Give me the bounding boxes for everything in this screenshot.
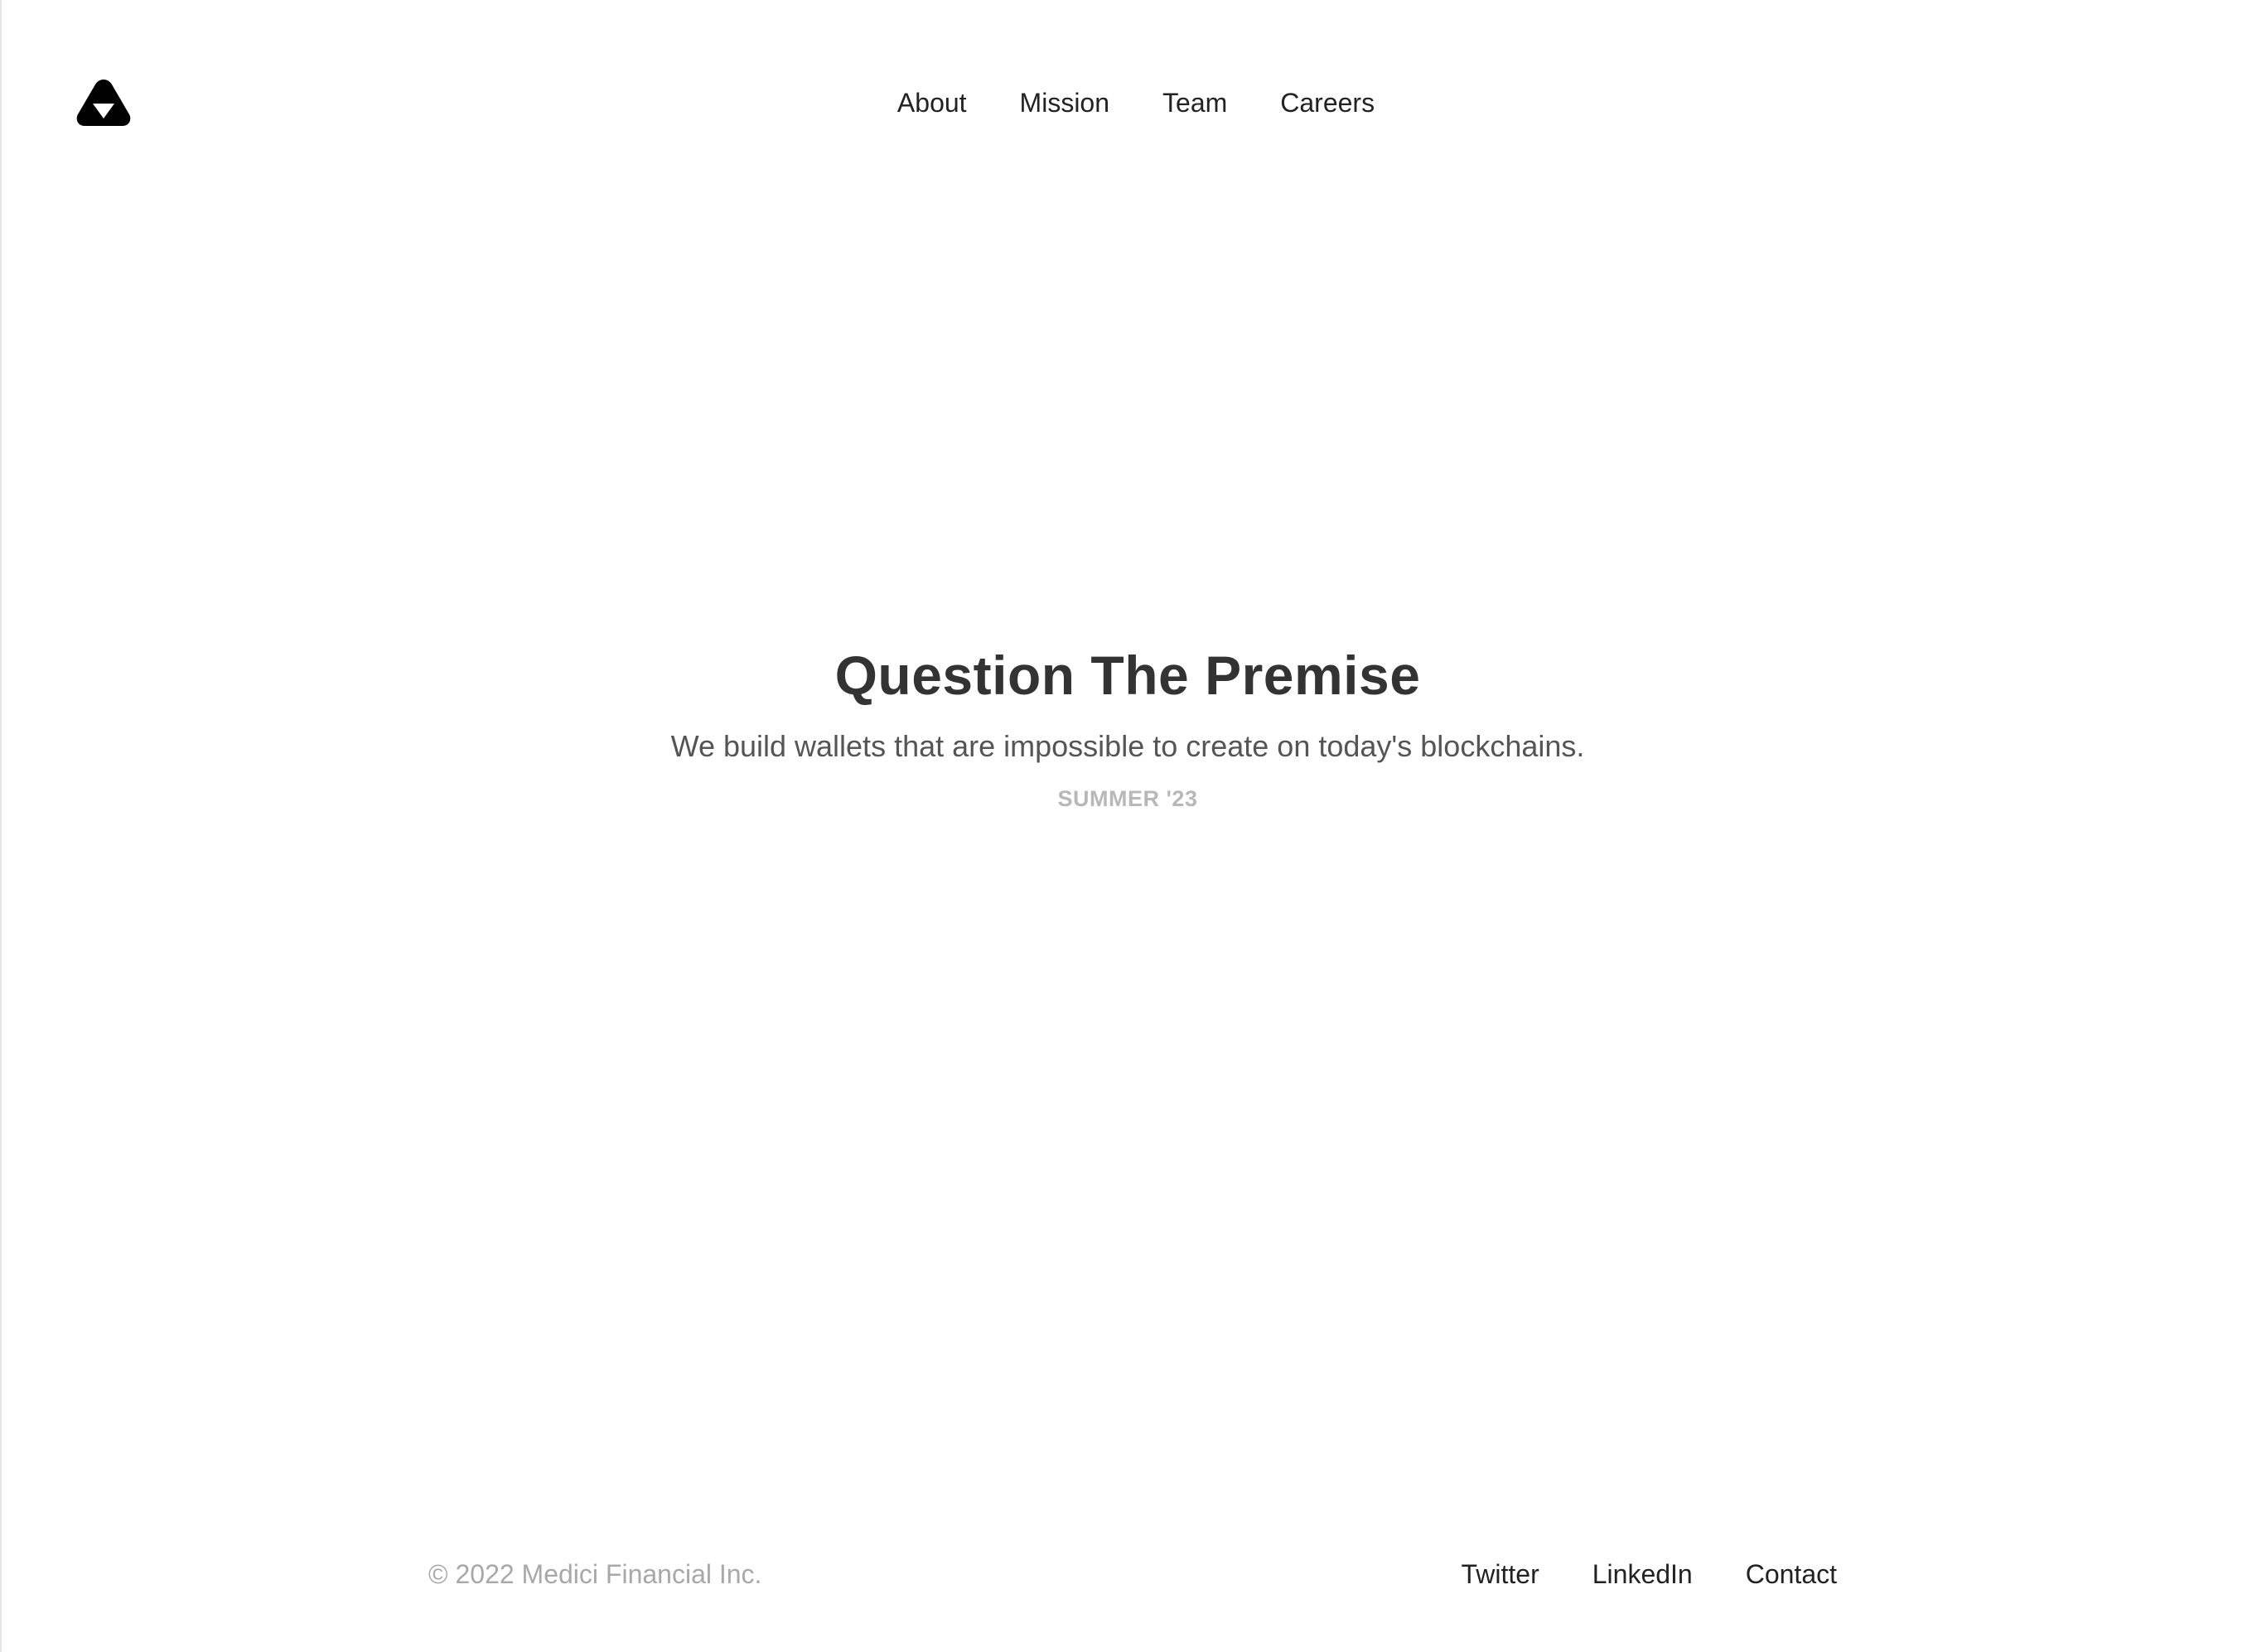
nav-link-careers[interactable]: Careers	[1280, 83, 1375, 123]
footer: © 2022 Medici Financial Inc. Twitter Lin…	[428, 1554, 1837, 1594]
footer-link-twitter[interactable]: Twitter	[1462, 1554, 1539, 1594]
nav-link-team[interactable]: Team	[1162, 83, 1227, 123]
hero-tag: SUMMER '23	[1057, 786, 1198, 811]
footer-links: Twitter LinkedIn Contact	[1409, 1554, 1838, 1594]
main-nav: About Mission Team Careers	[2, 83, 2252, 123]
copyright-text: © 2022 Medici Financial Inc.	[428, 1559, 762, 1589]
hero-subtitle: We build wallets that are impossible to …	[670, 729, 1585, 763]
footer-link-linkedin[interactable]: LinkedIn	[1592, 1554, 1693, 1594]
footer-link-contact[interactable]: Contact	[1746, 1554, 1837, 1594]
hero-title: Question The Premise	[834, 645, 1421, 706]
nav-link-about[interactable]: About	[897, 83, 967, 123]
nav-link-mission[interactable]: Mission	[1020, 83, 1109, 123]
page: About Mission Team Careers Question The …	[0, 0, 2252, 1652]
hero-section: Question The Premise We build wallets th…	[2, 638, 2252, 814]
